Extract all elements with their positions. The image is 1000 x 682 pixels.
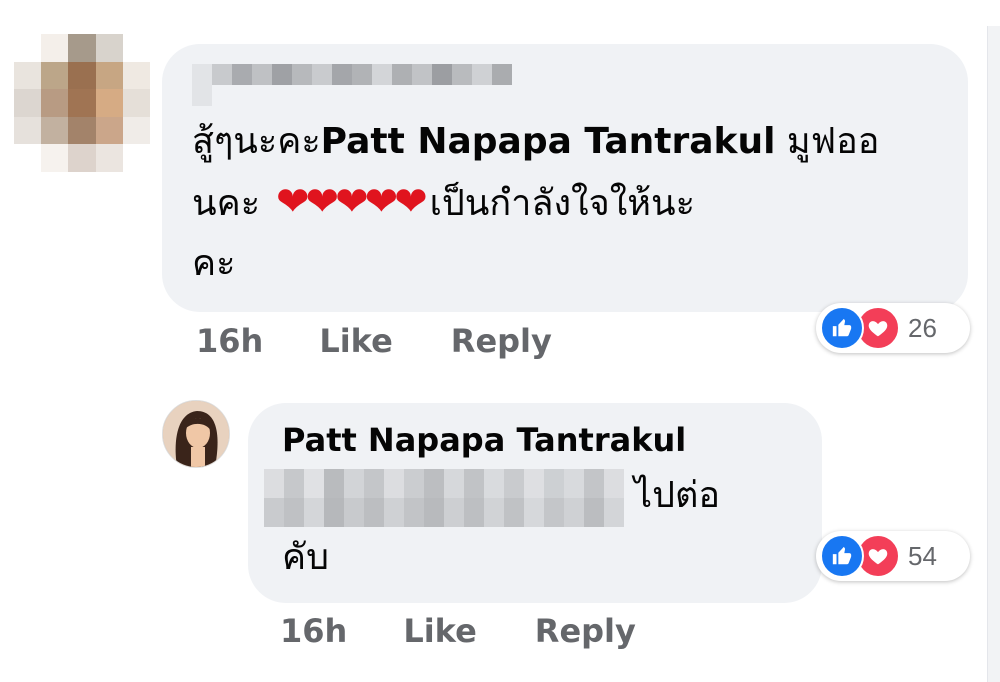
- author-avatar[interactable]: [162, 400, 230, 468]
- reply-button[interactable]: Reply: [535, 612, 636, 650]
- commenter-avatar-pixelated[interactable]: [14, 34, 150, 172]
- reactions-summary[interactable]: 54: [816, 531, 970, 581]
- reply-button[interactable]: Reply: [451, 322, 552, 360]
- reaction-count: 26: [908, 312, 937, 343]
- top-bar: [0, 0, 1000, 26]
- comment-actions: 16h Like Reply: [196, 322, 552, 360]
- reply-bubble: Patt Napapa Tantrakul ไปต่อ คับ: [248, 403, 822, 603]
- like-reaction-icon: [820, 534, 864, 578]
- commenter-name-pixelated[interactable]: [192, 64, 512, 106]
- like-button[interactable]: Like: [403, 612, 476, 650]
- like-reaction-icon: [820, 306, 864, 350]
- reply-text-pixelated: [264, 469, 624, 527]
- reply-actions: 16h Like Reply: [280, 612, 636, 650]
- reply-text-end: ไปต่อ: [634, 475, 720, 516]
- reply-text-line2: คับ: [282, 537, 329, 578]
- mention-link[interactable]: Patt Napapa Tantrakul: [321, 121, 776, 162]
- comment-bubble: สู้ๆนะคะPatt Napapa Tantrakul มูฟออ นคะ ❤…: [162, 44, 968, 312]
- comment-timestamp[interactable]: 16h: [196, 322, 263, 360]
- heart-emojis: ❤❤❤❤❤: [276, 179, 428, 225]
- comment-text: สู้ๆนะคะPatt Napapa Tantrakul มูฟออ นคะ ❤…: [192, 121, 880, 284]
- reply-timestamp[interactable]: 16h: [280, 612, 347, 650]
- reaction-count: 54: [908, 540, 937, 571]
- scrollbar[interactable]: [987, 26, 1000, 682]
- author-name-link[interactable]: Patt Napapa Tantrakul: [282, 421, 686, 459]
- reactions-summary[interactable]: 26: [816, 303, 970, 353]
- like-button[interactable]: Like: [319, 322, 392, 360]
